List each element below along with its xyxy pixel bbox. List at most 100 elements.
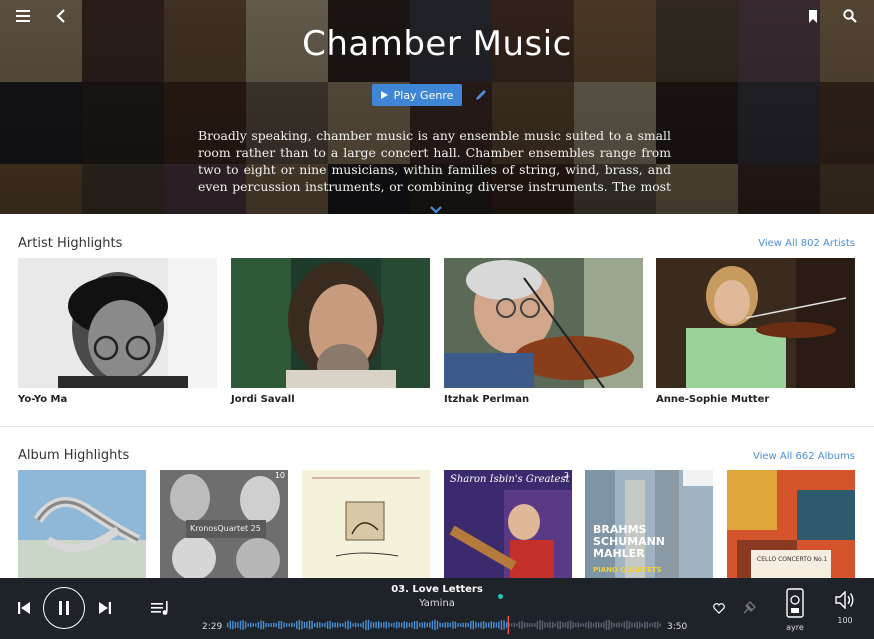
artist-photo: [444, 258, 643, 388]
album-cover: [302, 470, 430, 578]
waveform-bar: [262, 621, 265, 629]
waveform-bar: [536, 621, 538, 629]
waveform-bar: [398, 622, 400, 628]
now-playing-bar: 03. Love Letters Yamina 2:29 3:50 ayre 1…: [0, 578, 874, 639]
waveform-bar: [544, 622, 546, 628]
waveform-bar: [308, 620, 311, 630]
waveform-bar: [636, 621, 638, 629]
waveform-bar: [273, 622, 275, 628]
waveform-bar: [485, 622, 487, 628]
waveform-bar: [354, 622, 357, 628]
artist-card[interactable]: Yo-Yo Ma: [18, 258, 217, 405]
waveform-bar: [311, 621, 313, 629]
waveform-bar: [357, 623, 359, 627]
waveform-bar: [582, 623, 585, 627]
waveform-bar: [633, 622, 636, 628]
waveform-bar: [385, 621, 387, 629]
artist-card[interactable]: Itzhak Perlman: [444, 258, 643, 405]
waveform-bar: [339, 623, 341, 627]
waveform-bar: [367, 619, 370, 631]
bookmark-icon[interactable]: [803, 6, 823, 26]
back-icon[interactable]: [51, 6, 71, 26]
waveform-bar: [421, 622, 423, 628]
waveform-bar: [608, 619, 610, 631]
waveform-bar: [521, 621, 523, 629]
artist-card[interactable]: Anne-Sophie Mutter: [656, 258, 855, 405]
heart-icon[interactable]: [711, 600, 727, 616]
waveform-bar: [375, 621, 377, 629]
waveform-bar: [260, 620, 262, 630]
artist-name: Yo-Yo Ma: [18, 394, 68, 405]
waveform-bar: [334, 622, 336, 628]
view-all-albums-link[interactable]: View All 662 Albums: [753, 451, 855, 462]
artist-card[interactable]: Jordi Savall: [231, 258, 430, 405]
waveform-bar: [352, 623, 354, 627]
waveform-bar: [598, 622, 600, 628]
waveform-bar: [592, 623, 595, 627]
waveform-bar: [585, 622, 587, 628]
waveform-bar: [247, 623, 249, 627]
waveform-bar: [649, 623, 651, 627]
volume-icon[interactable]: [834, 590, 856, 610]
waveform-bar: [516, 623, 518, 627]
waveform-bar: [342, 623, 344, 627]
waveform-bar: [605, 620, 608, 630]
waveform-bar: [475, 621, 477, 629]
waveform-bar: [631, 622, 633, 628]
search-icon[interactable]: [840, 6, 860, 26]
waveform-bar: [326, 621, 329, 629]
album-highlights-title: Album Highlights: [18, 448, 130, 463]
waveform-bar: [257, 621, 260, 629]
album-card[interactable]: [302, 470, 430, 578]
waveform-bar: [301, 620, 303, 630]
album-card[interactable]: BRAHMS SCHUMANN MAHLER PIANO QUARTETS: [585, 470, 713, 578]
waveform-bar: [283, 622, 285, 628]
waveform-bar: [500, 620, 503, 630]
waveform-bar: [431, 620, 434, 630]
genre-header: Chamber Music Play Genre Broadly speakin…: [0, 0, 874, 214]
album-card[interactable]: KronosQuartet 25 10: [160, 470, 288, 578]
album-cover: [18, 470, 146, 578]
waveform-bar: [457, 623, 459, 627]
waveform-bar: [244, 621, 247, 629]
edit-icon[interactable]: [474, 87, 488, 101]
waveform-bar: [523, 622, 526, 628]
waveform-bar: [539, 619, 541, 630]
waveform-bar: [590, 621, 592, 629]
waveform-bar: [365, 619, 367, 631]
waveform-bar: [329, 620, 331, 630]
waveform-bar: [577, 622, 579, 628]
radio-icon[interactable]: [740, 599, 758, 617]
album-card[interactable]: [18, 470, 146, 578]
waveform-bar: [280, 621, 283, 629]
waveform-bar: [388, 622, 390, 628]
waveform-bar: [567, 621, 569, 629]
artist-photo: [231, 258, 430, 388]
menu-icon[interactable]: [13, 6, 33, 26]
view-all-artists-link[interactable]: View All 802 Artists: [758, 238, 855, 249]
play-genre-button[interactable]: Play Genre: [372, 84, 462, 106]
waveform-bar: [232, 620, 234, 630]
album-card[interactable]: Sharon Isbin's Greatest Hits 2: [444, 470, 572, 578]
waveform-bar: [372, 622, 375, 628]
waveform-bar: [434, 619, 436, 631]
waveform-bar: [349, 621, 352, 629]
waveform-bar: [549, 621, 551, 629]
play-genre-label: Play Genre: [393, 88, 454, 102]
waveform-bar: [285, 623, 288, 627]
track-title: 03. Love Letters: [391, 584, 483, 595]
chevron-down-icon[interactable]: [429, 200, 443, 214]
waveform-bar: [265, 622, 267, 628]
waveform-bar: [255, 623, 257, 627]
waveform-bar: [316, 622, 318, 628]
seek-waveform[interactable]: [227, 616, 662, 634]
waveform-bar: [314, 623, 316, 627]
waveform-bar: [239, 620, 242, 630]
album-card[interactable]: CELLO CONCERTO No.1: [727, 470, 855, 578]
waveform-bar: [490, 621, 492, 629]
waveform-bar: [603, 621, 605, 629]
device-icon[interactable]: [785, 587, 805, 619]
waveform-bar: [626, 620, 628, 630]
waveform-bar: [644, 621, 646, 629]
waveform-bar: [559, 621, 561, 630]
